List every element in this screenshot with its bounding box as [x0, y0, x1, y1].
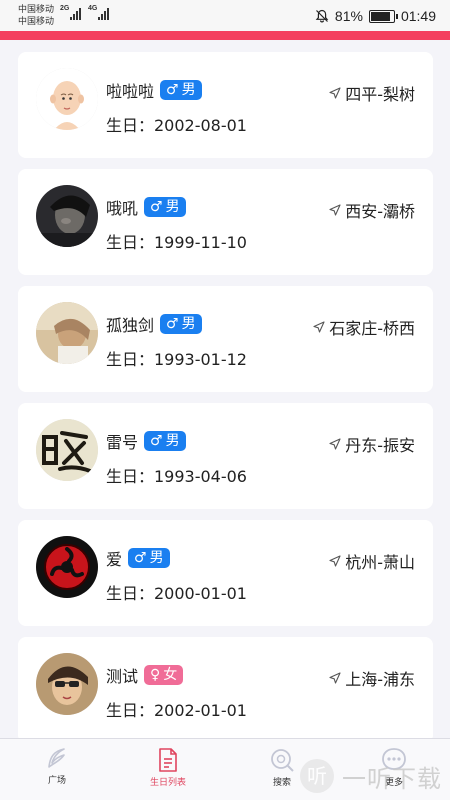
person-name: 哦吼	[106, 199, 139, 218]
person-card[interactable]: 测试 ♀ 女 生日：2002-01-01 上海-浦东	[18, 637, 433, 738]
carrier-2: 中国移动	[18, 16, 55, 26]
location-arrow-icon	[329, 672, 341, 684]
battery-percent: 81%	[334, 8, 363, 24]
male-icon: ♂	[166, 316, 179, 332]
name-row: 孤独剑 ♂ 男	[106, 313, 202, 335]
gender-label: 男	[181, 82, 196, 98]
status-right: 81% 01:49	[315, 6, 436, 26]
person-card[interactable]: 哦吼 ♂ 男 生日：1999-11-10 西安-灞桥	[18, 169, 433, 275]
name-row: 啦啦啦 ♂ 男	[106, 79, 202, 101]
male-icon: ♂	[166, 82, 179, 98]
location-label: 丹东-振安	[345, 436, 415, 455]
location-label: 西安-灞桥	[345, 202, 415, 221]
gender-label: 男	[165, 433, 180, 449]
tab-plaza-label: 广场	[47, 776, 66, 786]
watermark-logo-icon: 听	[300, 759, 334, 793]
network-type-1: 2G	[60, 5, 70, 12]
person-card[interactable]: 孤独剑 ♂ 男 生日：1993-01-12 石家庄-桥西	[18, 286, 433, 392]
gender-badge: ♂ 男	[144, 431, 186, 451]
document-icon	[159, 748, 177, 772]
gender-label: 男	[149, 550, 164, 566]
accent-bar	[0, 31, 450, 40]
male-icon: ♂	[150, 199, 163, 215]
location: 上海-浦东	[329, 666, 415, 690]
location-arrow-icon	[329, 87, 341, 99]
bell-off-icon	[315, 9, 329, 23]
gender-badge: ♀ 女	[144, 665, 184, 685]
birthday-text: 生日：2000-01-01	[106, 584, 247, 603]
red-eye-avatar	[36, 536, 98, 598]
gender-badge: ♂ 男	[128, 548, 170, 568]
location: 四平-梨树	[329, 81, 415, 105]
tab-birthday-list[interactable]: 生日列表	[128, 745, 208, 797]
network-type-2: 4G	[88, 5, 98, 12]
person-card[interactable]: 爱 ♂ 男 生日：2000-01-01 杭州-萧山	[18, 520, 433, 626]
birthday-text: 生日：1999-11-10	[106, 233, 247, 252]
location-label: 石家庄-桥西	[329, 319, 415, 338]
clock: 01:49	[400, 8, 436, 24]
calligraphy-avatar	[36, 419, 98, 481]
birthday-text: 生日：1993-04-06	[106, 467, 247, 486]
dark-photo-avatar	[36, 185, 98, 247]
location-arrow-icon	[329, 555, 341, 567]
birthday-text: 生日：2002-08-01	[106, 116, 247, 135]
carrier-1: 中国移动	[18, 4, 55, 14]
gender-badge: ♂ 男	[160, 80, 202, 100]
name-row: 哦吼 ♂ 男	[106, 196, 186, 218]
person-card[interactable]: 雷号 ♂ 男 生日：1993-04-06 丹东-振安	[18, 403, 433, 509]
tab-birthday-list-label: 生日列表	[149, 778, 186, 788]
location-label: 杭州-萧山	[345, 553, 415, 572]
gender-badge: ♂ 男	[160, 314, 202, 334]
app-screen: 中国移动 中国移动 2G 4G 81% 01:49 啦啦啦 ♂ 男 生日：200…	[0, 0, 450, 800]
male-icon: ♂	[134, 550, 147, 566]
location: 丹东-振安	[329, 432, 415, 456]
status-bar: 中国移动 中国移动 2G 4G 81% 01:49	[0, 0, 450, 31]
signal-icon	[70, 8, 84, 20]
location-arrow-icon	[313, 321, 325, 333]
birthday-text: 生日：1993-01-12	[106, 350, 247, 369]
person-name: 啦啦啦	[106, 82, 155, 101]
feather-icon	[48, 748, 65, 768]
battery-icon	[368, 9, 398, 23]
location: 西安-灞桥	[329, 198, 415, 222]
person-name: 孤独剑	[106, 316, 155, 335]
name-row: 爱 ♂ 男	[106, 547, 170, 569]
birthday-list[interactable]: 啦啦啦 ♂ 男 生日：2002-08-01 四平-梨树 哦吼 ♂ 男 生日：19…	[0, 40, 450, 738]
location: 石家庄-桥西	[313, 315, 415, 339]
female-icon: ♀	[150, 667, 161, 683]
signal-icon	[98, 8, 112, 20]
location-label: 四平-梨树	[345, 85, 415, 104]
name-row: 测试 ♀ 女	[106, 664, 184, 686]
location-label: 上海-浦东	[345, 670, 415, 689]
location-arrow-icon	[329, 204, 341, 216]
gender-label: 男	[181, 316, 196, 332]
gender-badge: ♂ 男	[144, 197, 186, 217]
location-arrow-icon	[329, 438, 341, 450]
male-icon: ♂	[150, 433, 163, 449]
location: 杭州-萧山	[329, 549, 415, 573]
bald-cartoon-avatar	[36, 68, 98, 130]
watermark: 听 一听下载	[298, 757, 442, 795]
person-name: 测试	[106, 667, 139, 686]
name-row: 雷号 ♂ 男	[106, 430, 186, 452]
gender-label: 女	[163, 667, 178, 683]
search-icon	[271, 749, 294, 772]
watermark-glyph: 听	[307, 764, 327, 788]
person-name: 爱	[106, 550, 123, 569]
birthday-text: 生日：2002-01-01	[106, 701, 247, 720]
person-card[interactable]: 啦啦啦 ♂ 男 生日：2002-08-01 四平-梨树	[18, 52, 433, 158]
girl-photo-avatar	[36, 302, 98, 364]
person-name: 雷号	[106, 433, 139, 452]
bottom-nav: 广场 生日列表 搜索 更多 听 一听下载	[0, 738, 450, 800]
carrier-info: 中国移动 中国移动	[18, 3, 54, 27]
gender-label: 男	[165, 199, 180, 215]
watermark-text: 一听下载	[342, 764, 442, 793]
network-indicators: 2G 4G	[60, 4, 120, 26]
tab-plaza[interactable]: 广场	[17, 745, 97, 797]
sunglasses-avatar	[36, 653, 98, 715]
